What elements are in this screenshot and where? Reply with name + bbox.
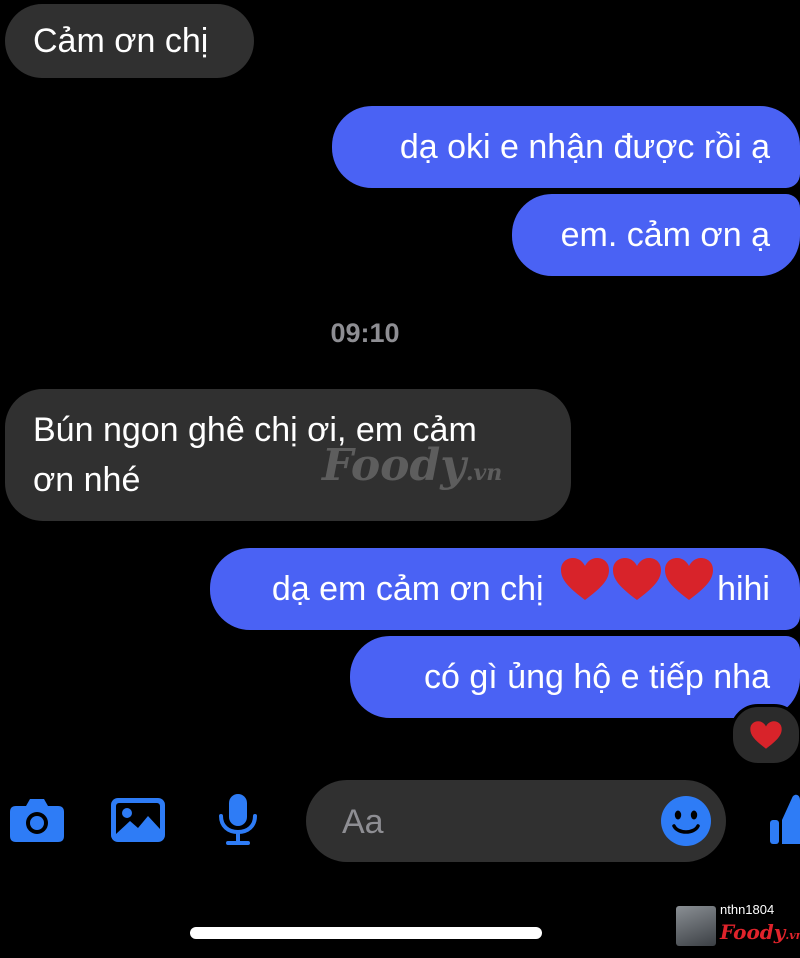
message-text-suffix: hihi bbox=[717, 570, 770, 608]
heart-emoji-group bbox=[559, 550, 715, 632]
timestamp: 09:10 bbox=[330, 318, 400, 348]
heart-icon bbox=[665, 558, 714, 601]
like-icon[interactable] bbox=[766, 790, 800, 848]
foody-watermark: Foody.vn bbox=[322, 440, 502, 491]
heart-icon bbox=[750, 721, 782, 749]
message-bubble-outgoing[interactable]: em. cảm ơn ạ bbox=[512, 194, 800, 276]
credit-brand-main: Foody bbox=[720, 920, 786, 944]
credit-username: nthn1804 bbox=[720, 902, 775, 917]
message-bubble-outgoing[interactable]: có gì ủng hộ e tiếp nha bbox=[350, 636, 800, 718]
message-text: dạ em cảm ơn chị bbox=[271, 570, 544, 608]
home-indicator[interactable] bbox=[190, 927, 542, 939]
image-icon[interactable] bbox=[110, 796, 166, 844]
message-input[interactable] bbox=[340, 798, 644, 846]
photo-credit: nthn1804 Foody.vn bbox=[676, 902, 800, 954]
heart-icon bbox=[561, 558, 610, 601]
credit-brand: Foody.vn bbox=[720, 920, 800, 944]
message-bubble-outgoing[interactable]: dạ oki e nhận được rồi ạ bbox=[332, 106, 800, 188]
microphone-icon[interactable] bbox=[214, 792, 262, 848]
message-text: có gì ủng hộ e tiếp nha bbox=[424, 658, 770, 696]
message-bubble-outgoing[interactable]: dạ em cảm ơn chị hihi bbox=[210, 548, 800, 630]
message-reaction[interactable] bbox=[730, 704, 800, 766]
watermark-tld: .vn bbox=[465, 460, 503, 486]
watermark-main: Foody bbox=[322, 440, 466, 491]
message-composer[interactable] bbox=[306, 780, 726, 862]
avatar bbox=[676, 906, 716, 946]
heart-icon bbox=[613, 558, 662, 601]
message-bubble-incoming[interactable]: Cảm ơn chị bbox=[5, 4, 254, 78]
credit-brand-tld: .vn bbox=[785, 929, 800, 942]
emoji-icon[interactable] bbox=[660, 795, 712, 847]
camera-icon[interactable] bbox=[8, 796, 66, 844]
message-text: dạ oki e nhận được rồi ạ bbox=[399, 128, 770, 166]
message-text: em. cảm ơn ạ bbox=[560, 216, 770, 254]
message-text: Cảm ơn chị bbox=[33, 22, 209, 60]
